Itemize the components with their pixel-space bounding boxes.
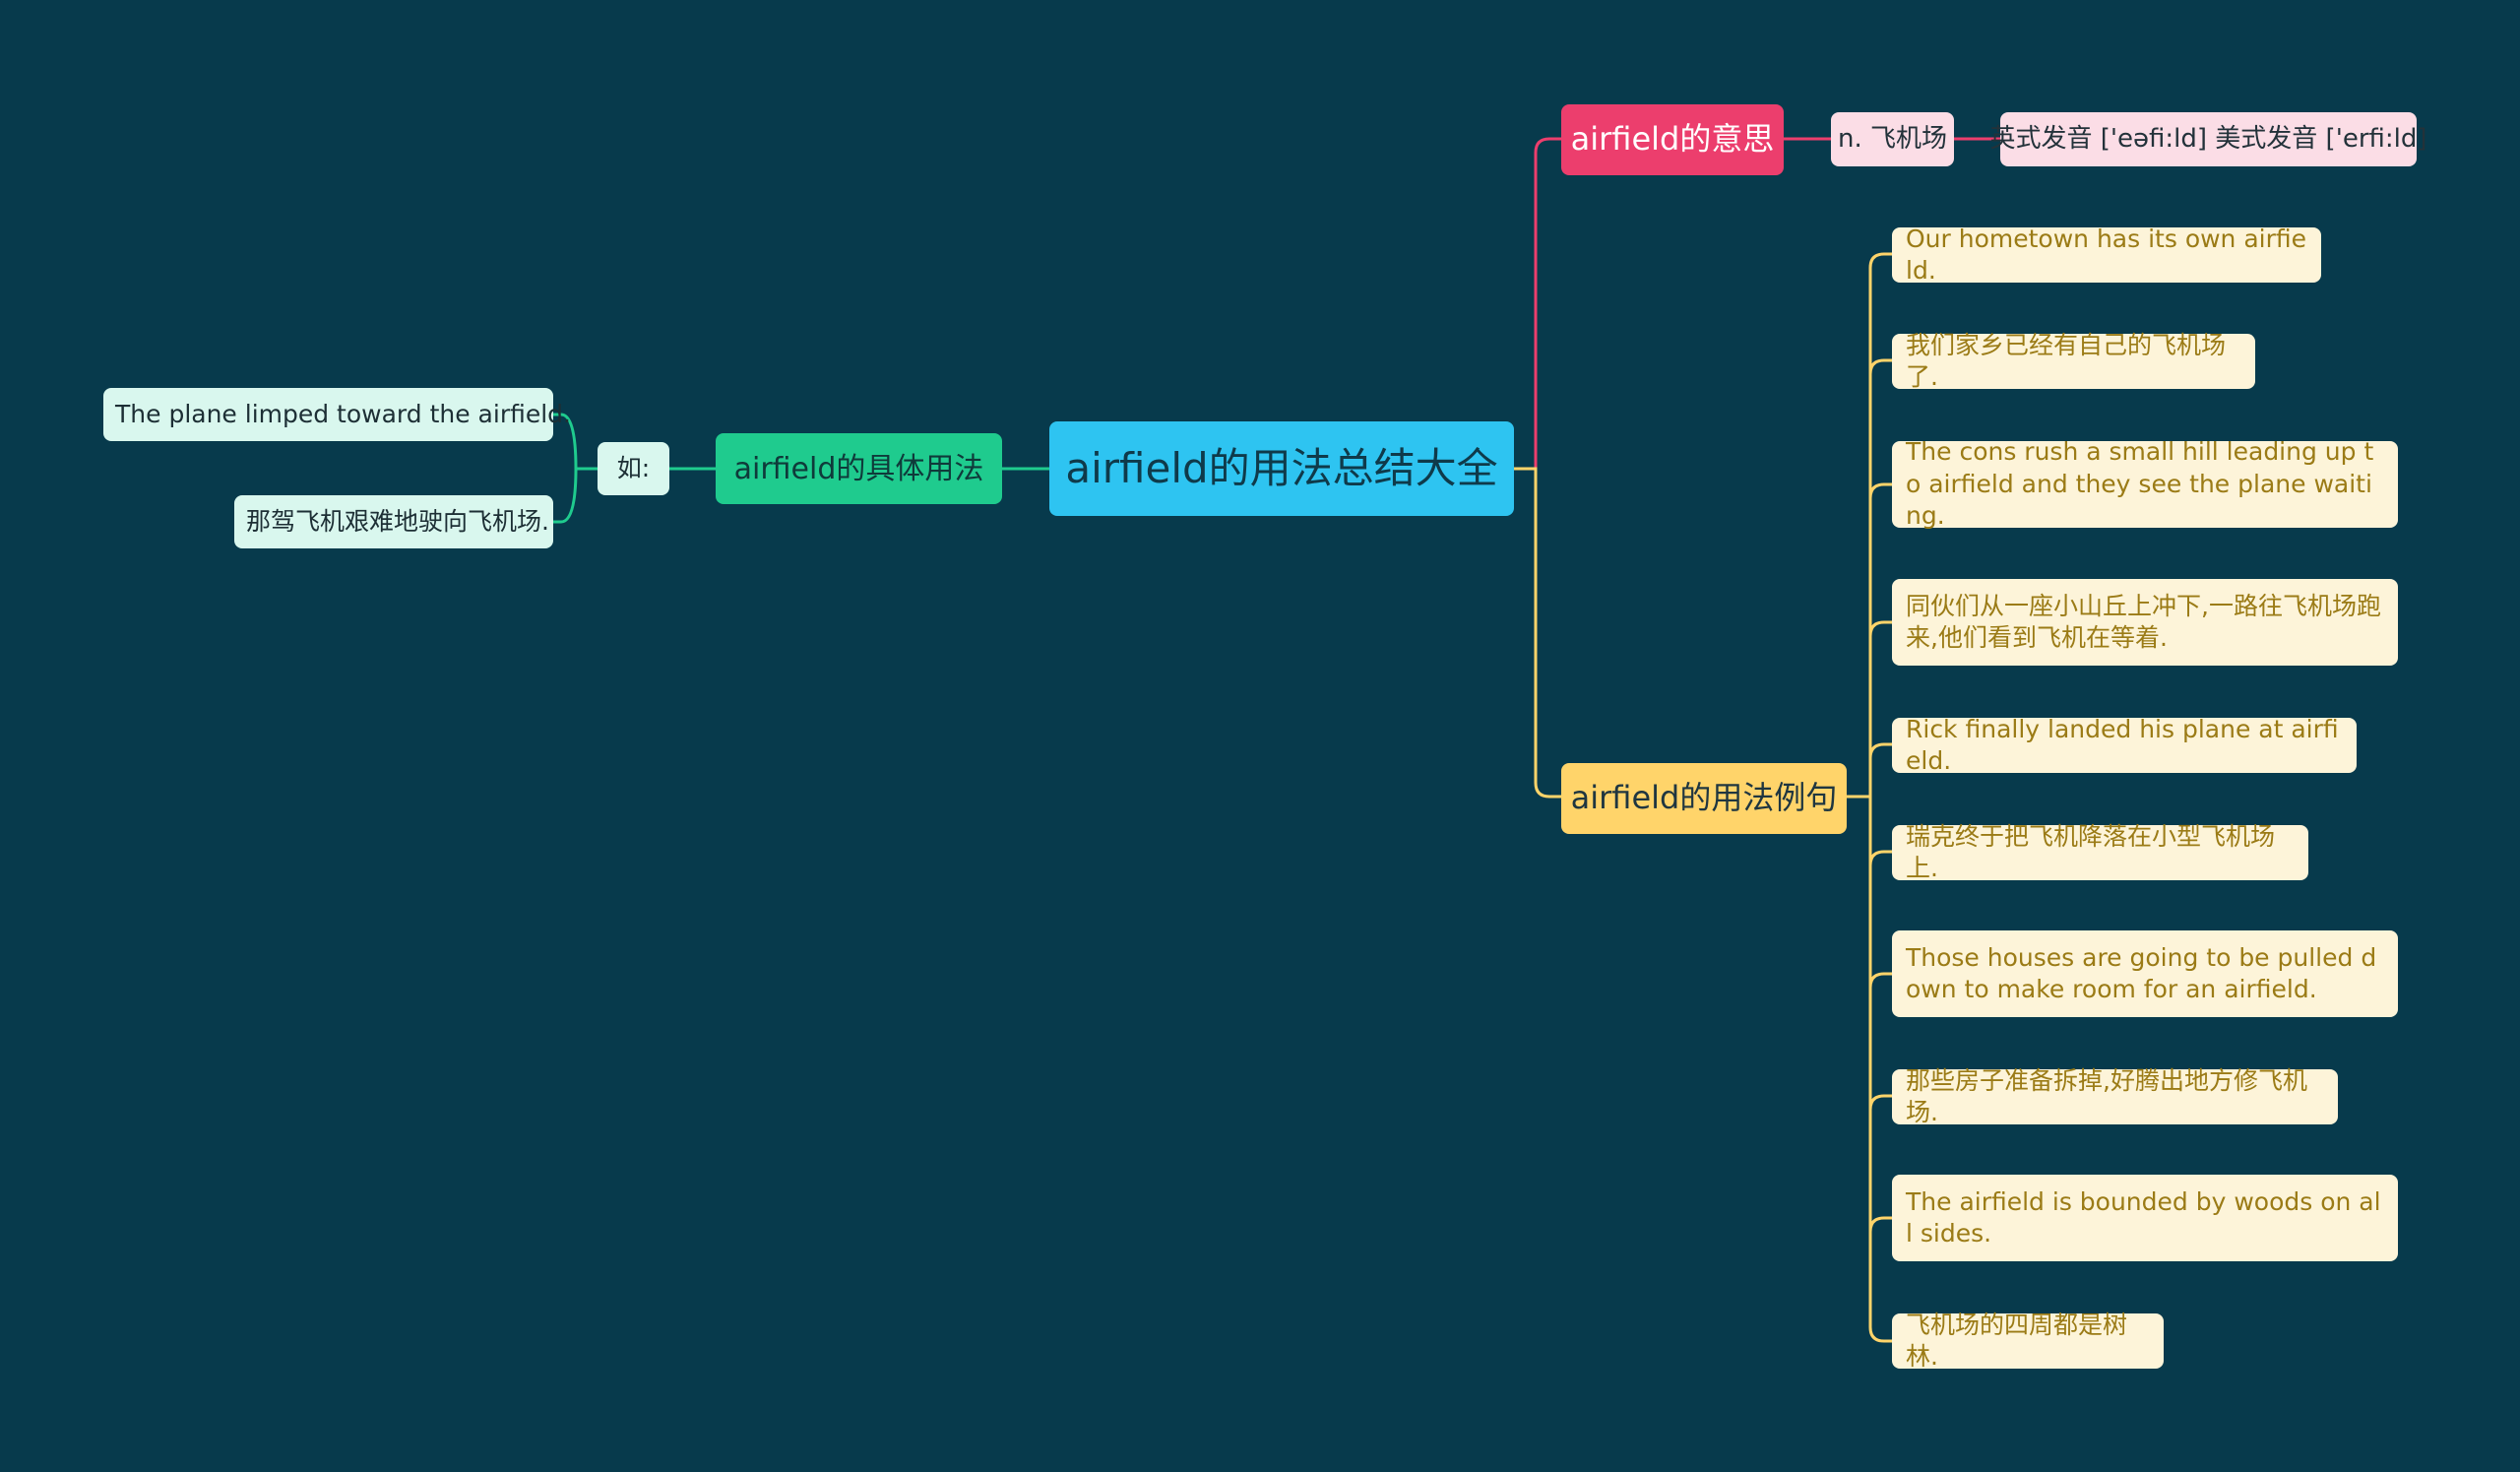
meaning-definition-text: n. 飞机场 xyxy=(1837,123,1947,154)
sentence-item-9[interactable]: The airfield is bounded by woods on all … xyxy=(1892,1175,2398,1261)
sentence-text: The airfield is bounded by woods on all … xyxy=(1906,1186,2381,1248)
connector-root-meaning xyxy=(1514,137,1561,471)
usage-example-english[interactable]: The plane limped toward the airfield. xyxy=(103,388,571,441)
sentence-text: 瑞克终于把飞机降落在小型飞机场上. xyxy=(1906,821,2276,883)
usage-example-chinese[interactable]: 那驾飞机艰难地驶向飞机场. xyxy=(234,495,553,548)
sentences-branch[interactable]: airfield的用法例句 xyxy=(1561,763,1847,834)
connector-root-sentences xyxy=(1514,467,1561,799)
sentence-text: Our hometown has its own airfield. xyxy=(1906,224,2307,286)
sentence-item-5[interactable]: Rick finally landed his plane at airfiel… xyxy=(1892,715,2357,775)
sentence-text: The cons rush a small hill leading up to… xyxy=(1906,437,2374,531)
root-topic[interactable]: airfield的用法总结大全 xyxy=(1049,421,1514,516)
sentence-text: 同伙们从一座小山丘上冲下,一路往飞机场跑来,他们看到飞机在等着. xyxy=(1906,591,2381,653)
sentence-item-8[interactable]: 那些房子准备拆掉,好腾出地方修飞机场. xyxy=(1892,1066,2338,1126)
usage-example-label-node[interactable]: 如: xyxy=(598,442,669,495)
connector-example-2 xyxy=(553,468,578,524)
sentence-item-7[interactable]: Those houses are going to be pulled down… xyxy=(1892,930,2398,1017)
usage-branch-label: airfield的具体用法 xyxy=(733,451,984,486)
meaning-pronunciation[interactable]: 英式发音 ['eəfi:ld] 美式发音 ['erfi:ld] xyxy=(1989,112,2427,166)
usage-example-label: 如: xyxy=(616,453,651,482)
sentence-text: 那些房子准备拆掉,好腾出地方修飞机场. xyxy=(1906,1065,2307,1127)
usage-example-chinese-text: 那驾飞机艰难地驶向飞机场. xyxy=(246,506,549,536)
sentence-item-1[interactable]: Our hometown has its own airfield. xyxy=(1892,224,2321,285)
sentence-text: Those houses are going to be pulled down… xyxy=(1906,942,2377,1004)
meaning-branch[interactable]: airfield的意思 xyxy=(1561,104,1784,175)
usage-example-english-text: The plane limped toward the airfield. xyxy=(115,399,571,428)
root-topic-label: airfield的用法总结大全 xyxy=(1065,443,1498,492)
meaning-definition[interactable]: n. 飞机场 xyxy=(1831,112,1954,166)
meaning-pronunciation-text: 英式发音 ['eəfi:ld] 美式发音 ['erfi:ld] xyxy=(1989,123,2427,154)
sentence-item-4[interactable]: 同伙们从一座小山丘上冲下,一路往飞机场跑来,他们看到飞机在等着. xyxy=(1892,579,2398,666)
connector-sentence-ticks xyxy=(1868,252,1892,1343)
sentence-item-6[interactable]: 瑞克终于把飞机降落在小型飞机场上. xyxy=(1892,822,2308,882)
sentence-item-3[interactable]: The cons rush a small hill leading up to… xyxy=(1892,437,2398,530)
mind-map-canvas: airfield的用法总结大全 airfield的具体用法 如: The pla… xyxy=(0,0,2520,1472)
sentences-branch-label: airfield的用法例句 xyxy=(1570,779,1838,817)
meaning-branch-label: airfield的意思 xyxy=(1570,120,1775,159)
sentence-text: 我们家乡已经有自己的飞机场了. xyxy=(1906,330,2227,392)
sentence-item-2[interactable]: 我们家乡已经有自己的飞机场了. xyxy=(1892,331,2255,391)
sentence-text: 飞机场的四周都是树林. xyxy=(1906,1310,2128,1372)
connector-sentences-spine xyxy=(1847,268,1872,1327)
usage-branch[interactable]: airfield的具体用法 xyxy=(716,433,1002,504)
sentence-text: Rick finally landed his plane at airfiel… xyxy=(1906,714,2339,776)
sentence-item-10[interactable]: 飞机场的四周都是树林. xyxy=(1892,1311,2164,1371)
